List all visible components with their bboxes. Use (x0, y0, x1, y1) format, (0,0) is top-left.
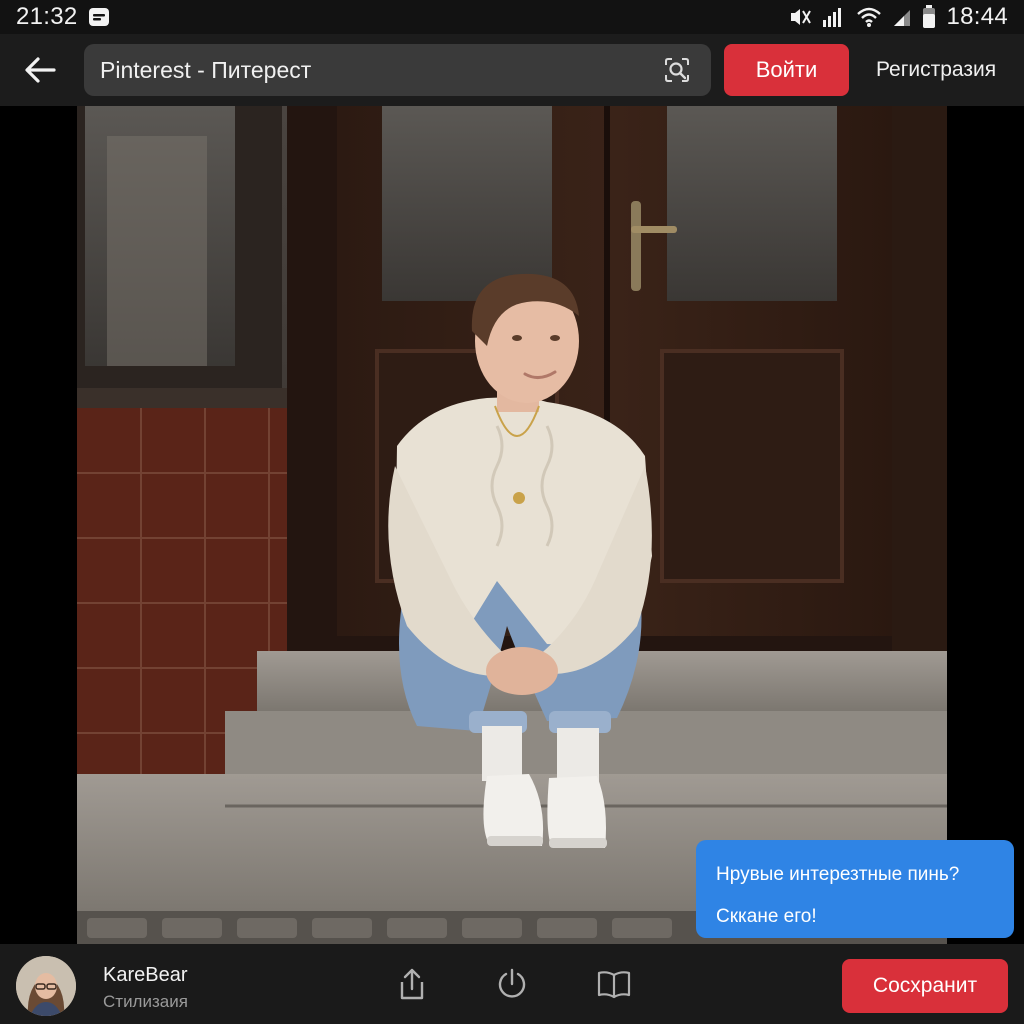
status-time-right: 18:44 (946, 3, 1008, 30)
interest-prompt-bubble[interactable]: Нрувые интерезтные пинь? Скканe его! (696, 840, 1014, 938)
url-bar[interactable]: Pinterest - Питерест (84, 44, 711, 96)
visual-search-icon (665, 58, 689, 82)
author-name[interactable]: KareBear (103, 964, 188, 987)
url-text: Pinterest - Питерест (100, 56, 312, 83)
power-button[interactable] (492, 964, 532, 1004)
status-right: 18:44 (788, 3, 1008, 31)
battery-icon (922, 5, 936, 29)
avatar-image (16, 956, 76, 1016)
status-time-left: 21:32 (16, 3, 78, 30)
pin-footer: KareBear Стилизаия Сосхранит (0, 944, 1024, 1024)
signup-link[interactable]: Регистразия (858, 44, 1014, 96)
status-bar: 21:32 18:44 (0, 0, 1024, 34)
wifi-icon (856, 6, 882, 28)
power-icon (498, 968, 526, 998)
mute-vibrate-icon (788, 6, 812, 28)
save-button[interactable]: Сосхранит (842, 959, 1008, 1013)
author-subtitle: Стилизаия (103, 992, 188, 1011)
login-button[interactable]: Войти (724, 44, 849, 96)
status-left: 21:32 (16, 3, 110, 31)
pin-photo[interactable] (77, 106, 947, 944)
bubble-line-question: Нрувые интерезтные пинь? (716, 864, 960, 885)
book-icon (597, 971, 631, 999)
read-button[interactable] (594, 964, 634, 1004)
visual-search-button[interactable] (659, 52, 695, 88)
back-button[interactable] (8, 42, 72, 98)
share-icon (400, 968, 424, 1000)
app-header: Pinterest - Питерест Войти Регистразия (0, 34, 1024, 106)
share-button[interactable] (392, 964, 432, 1004)
arrow-left-icon (25, 57, 56, 83)
bubble-line-action: Скканe его! (716, 906, 817, 927)
cell-signal-icon (892, 6, 912, 28)
signal-icon (822, 6, 846, 28)
pin-image-area (0, 106, 1024, 944)
avatar[interactable] (16, 956, 76, 1016)
pin-photo-illustration (77, 106, 947, 944)
message-icon (88, 7, 110, 27)
